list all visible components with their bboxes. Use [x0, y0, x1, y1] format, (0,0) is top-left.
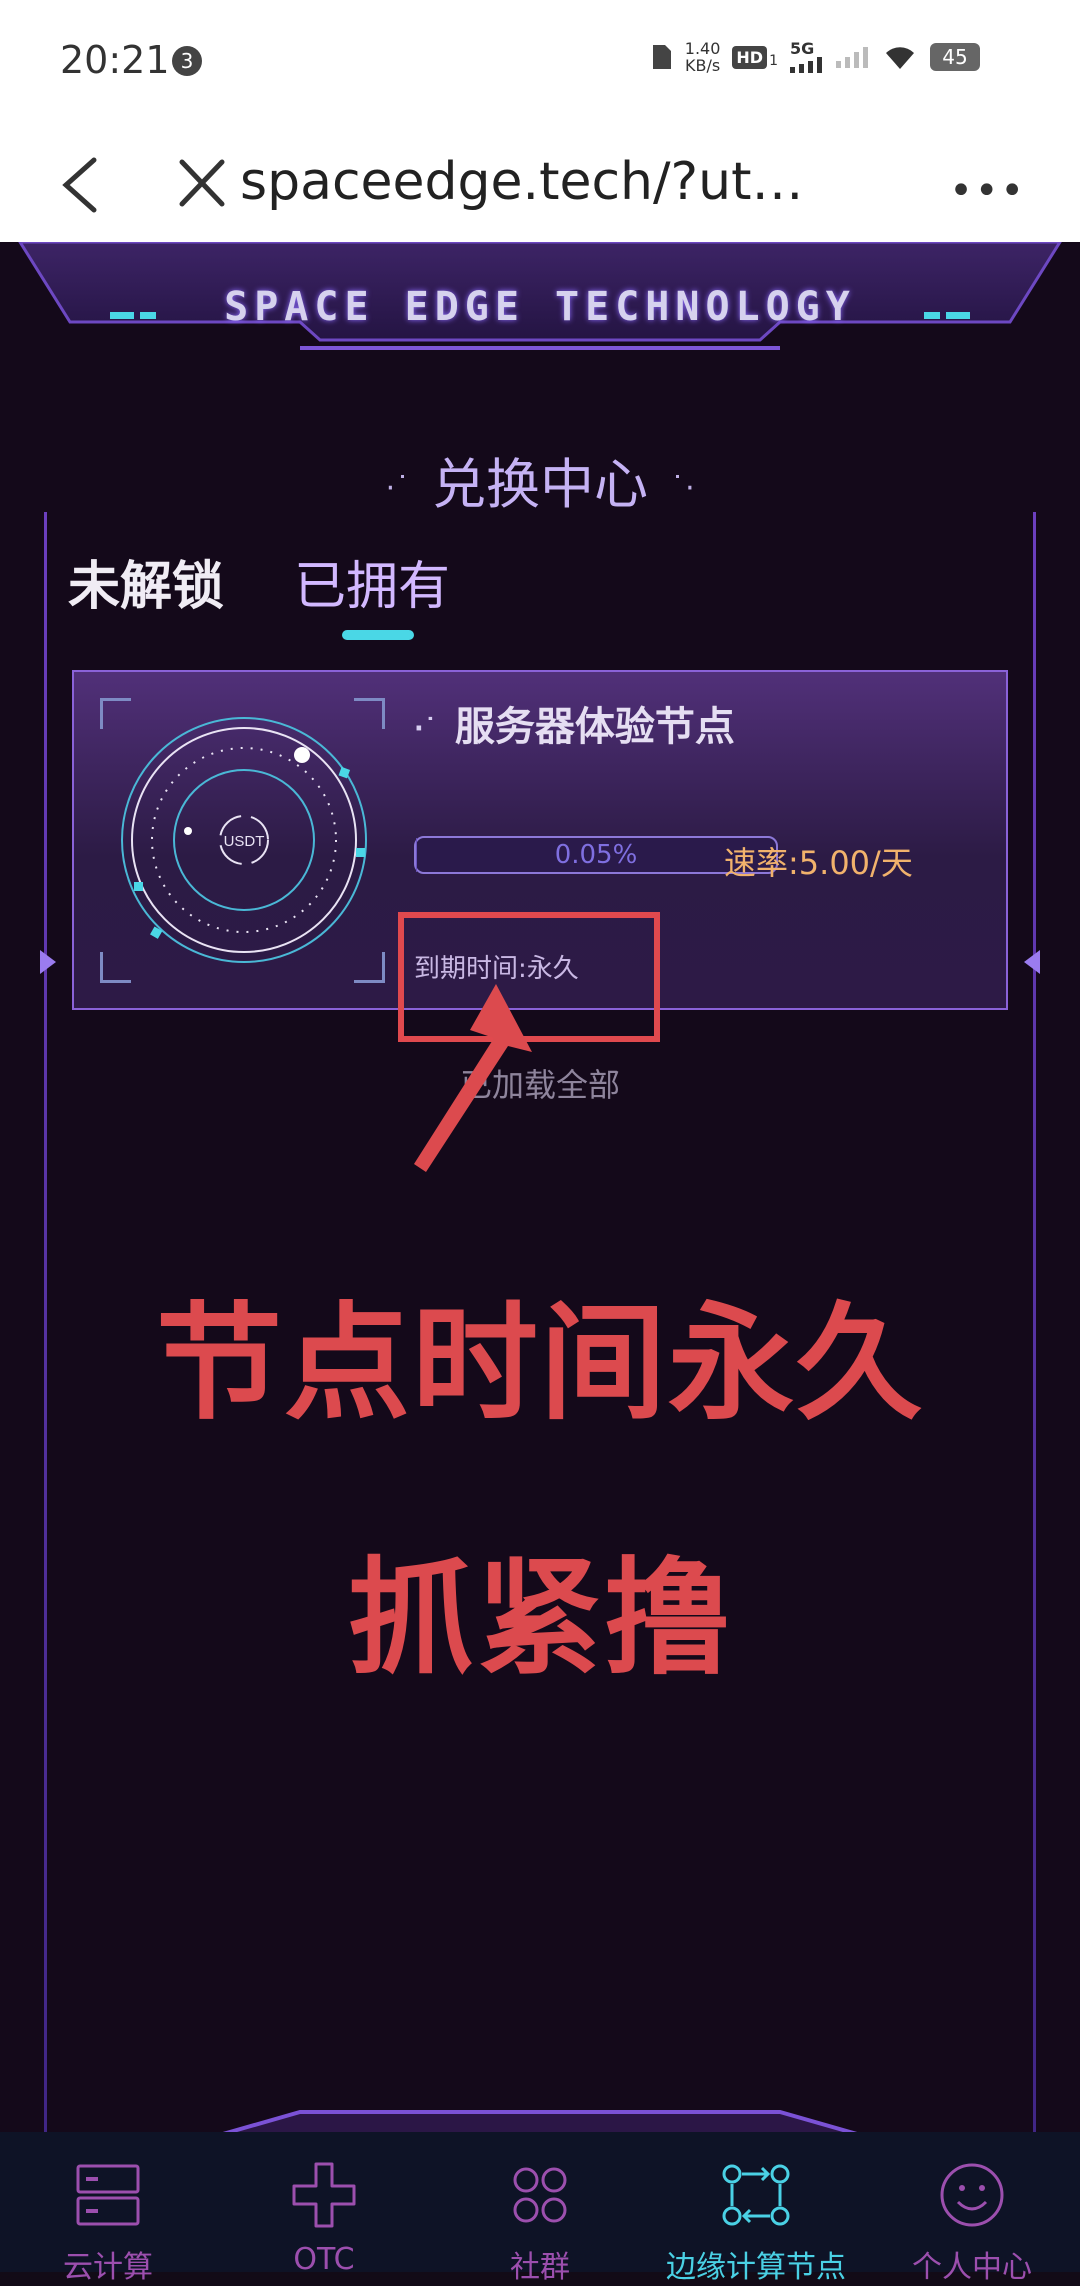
- signal-5g-icon: 5G: [790, 41, 824, 73]
- title-deco: ⋅˙: [414, 714, 437, 744]
- more-options-button[interactable]: •••: [949, 168, 1026, 214]
- hd-label: HD: [732, 46, 767, 69]
- usdt-radar-icon: USDT: [114, 710, 374, 970]
- otc-icon: [286, 2160, 362, 2230]
- header-banner: SPACE EDGE TECHNOLOGY: [0, 242, 1080, 382]
- network-speed: 1.40 KB/s: [685, 40, 721, 74]
- app-content: SPACE EDGE TECHNOLOGY ⋅˙ 兑换中心 ˙⋅ 未解锁 已拥有 U…: [0, 242, 1080, 2272]
- hd-sub: 1: [769, 53, 778, 69]
- clock: 20:21: [60, 38, 170, 82]
- battery-indicator: 45: [930, 43, 980, 71]
- section-title-text: 兑换中心: [432, 453, 648, 516]
- tab-label: 边缘计算节点: [648, 2242, 864, 2286]
- banner-title: SPACE EDGE TECHNOLOGY: [0, 284, 1080, 330]
- wifi-icon: [882, 43, 918, 71]
- network-speed-value: 1.40: [685, 40, 721, 57]
- tab-locked[interactable]: 未解锁: [68, 544, 224, 619]
- progress-text: 0.05%: [416, 838, 776, 872]
- coin-label: USDT: [224, 833, 265, 850]
- hd-voice-icon: HD 1: [732, 46, 778, 69]
- node-title: ⋅˙ 服务器体验节点: [414, 694, 735, 752]
- section-title: ⋅˙ 兑换中心 ˙⋅: [0, 440, 1080, 519]
- title-deco-left: ⋅˙: [385, 471, 410, 506]
- server-icon: [70, 2160, 146, 2230]
- tab-label: 个人中心: [864, 2242, 1080, 2286]
- overlay-headline-1: 节点时间永久: [0, 1262, 1080, 1444]
- node-title-text: 服务器体验节点: [455, 704, 735, 750]
- browser-address-bar: spaceedge.tech/?ut… •••: [0, 128, 1080, 243]
- tab-personal-center[interactable]: 个人中心: [864, 2132, 1080, 2272]
- rate-text: 速率:5.00/天: [724, 838, 913, 884]
- left-side-marker: [40, 950, 56, 974]
- smiley-icon: [934, 2160, 1010, 2230]
- annotation-arrow-icon: [400, 982, 540, 1182]
- right-side-marker: [1024, 950, 1040, 974]
- network-type-label: 5G: [790, 41, 814, 57]
- status-bar: 20:21 3 1.40 KB/s HD 1 5G 45: [0, 0, 1080, 128]
- sim-card-icon: [651, 43, 673, 71]
- overlay-headline-2: 抓紧撸: [0, 1517, 1080, 1699]
- active-tab-indicator: [342, 630, 414, 640]
- tab-owned[interactable]: 已拥有: [294, 544, 450, 619]
- close-icon[interactable]: [176, 152, 228, 214]
- tab-label: 社群: [432, 2242, 648, 2286]
- notification-count-badge: 3: [172, 46, 202, 76]
- edge-node-icon: [718, 2160, 794, 2230]
- tab-community[interactable]: 社群: [432, 2132, 648, 2272]
- status-icons: 1.40 KB/s HD 1 5G 45: [651, 40, 980, 74]
- loaded-all-text: 已加载全部: [0, 1060, 1080, 1106]
- tab-label: 云计算: [0, 2242, 216, 2286]
- back-arrow-icon[interactable]: [52, 150, 112, 220]
- signal-icon: [836, 46, 870, 68]
- tab-cloud-computing[interactable]: 云计算: [0, 2132, 216, 2272]
- network-speed-unit: KB/s: [685, 57, 721, 74]
- url-text[interactable]: spaceedge.tech/?ut…: [240, 152, 803, 212]
- bottom-tab-bar: 云计算 OTC 社群 边缘计算节点: [0, 2132, 1080, 2272]
- tab-edge-computing-node[interactable]: 边缘计算节点: [648, 2132, 864, 2272]
- community-icon: [502, 2160, 578, 2230]
- title-deco-right: ˙⋅: [670, 471, 695, 506]
- tab-otc[interactable]: OTC: [216, 2132, 432, 2272]
